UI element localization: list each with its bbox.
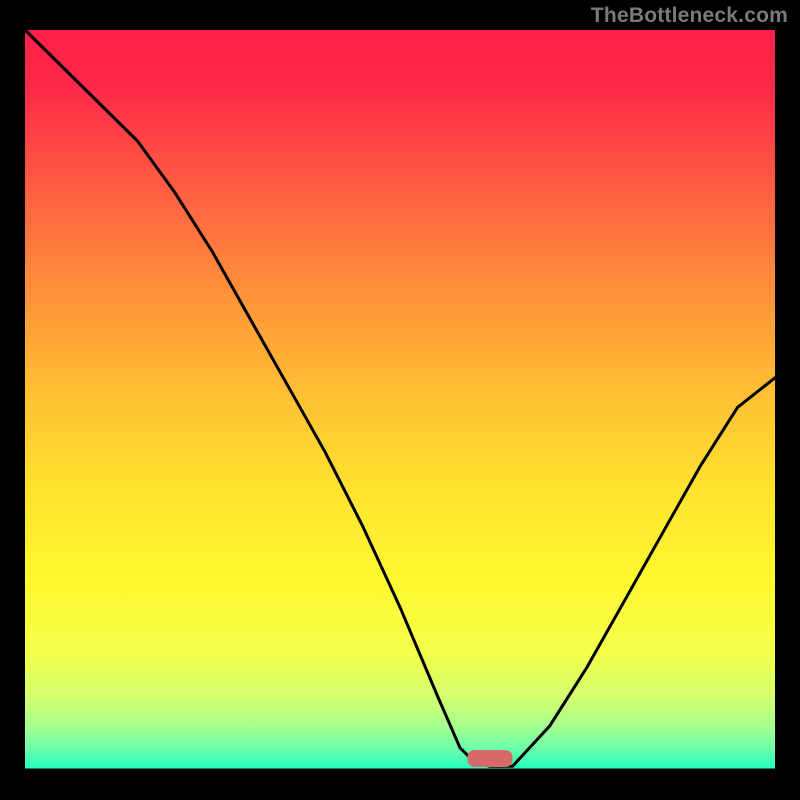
bottleneck-chart xyxy=(0,0,800,800)
chart-frame: TheBottleneck.com xyxy=(0,0,800,800)
optimal-point-marker xyxy=(468,750,513,767)
